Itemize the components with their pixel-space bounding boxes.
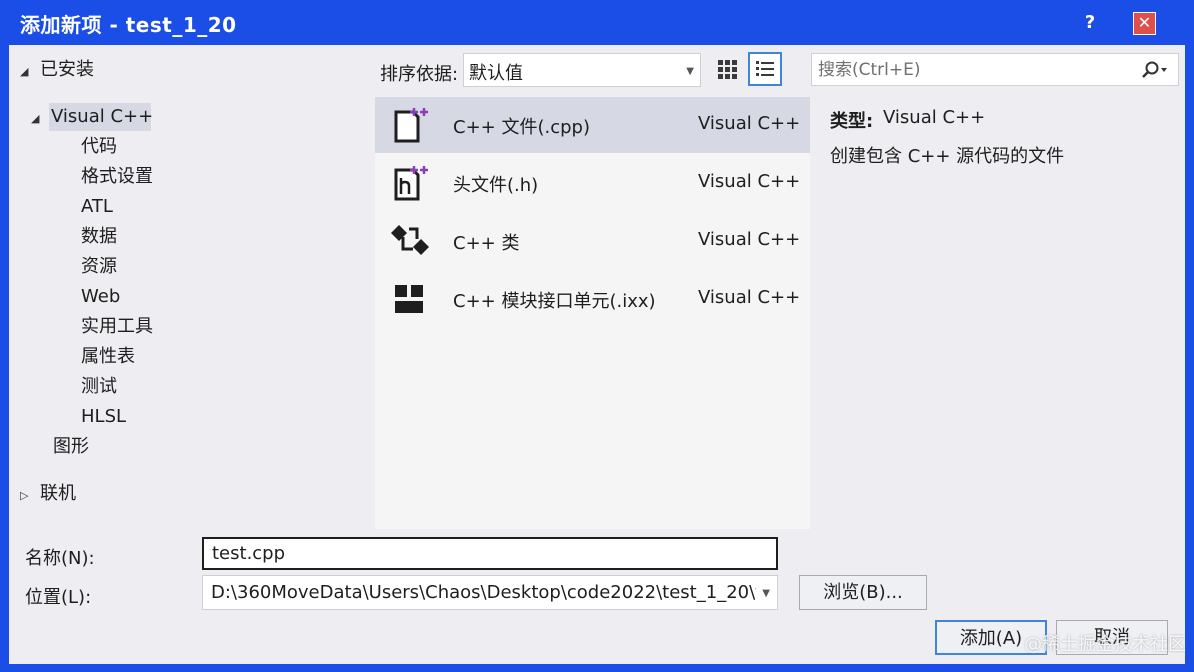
list-item[interactable]: C++ 类 Visual C++ [375,213,810,269]
tree-item-web[interactable]: Web [81,284,120,310]
dialog-client-area: ◢ 已安装 ◢ Visual C++ 代码 格式设置 ATL 数据 资源 Web 实… [9,45,1186,664]
sort-dropdown[interactable]: 默认值 ▼ [463,53,701,87]
template-language: Visual C++ [698,229,801,250]
tree-item-label: 联机 [40,483,76,504]
category-tree: ◢ 已安装 ◢ Visual C++ 代码 格式设置 ATL 数据 资源 Web 实… [9,45,372,529]
list-item[interactable]: 头文件(.h) Visual C++ [375,155,810,211]
chevron-down-icon: ▼ [686,66,694,77]
tree-item-code[interactable]: 代码 [81,134,117,160]
chevron-down-icon[interactable]: ▼ [762,588,770,599]
name-label: 名称(N): [25,548,95,569]
tree-item-test[interactable]: 测试 [81,374,117,400]
module-icon [395,285,423,313]
class-icon [391,225,429,255]
template-list: C++ 文件(.cpp) Visual C++ 头文件(.h) Visual C… [375,97,810,529]
collapsed-triangle-icon[interactable]: ▷ [20,483,34,509]
title-bar[interactable]: 添加新项 - test_1_20 ? ✕ [0,0,1194,45]
browse-button[interactable]: 浏览(B)... [799,575,927,610]
list-view-button[interactable] [748,52,782,86]
template-language: Visual C++ [698,171,801,192]
location-combobox[interactable]: D:\360MoveData\Users\Chaos\Desktop\code2… [202,575,778,610]
tree-item-data[interactable]: 数据 [81,224,117,250]
tree-item-hlsl[interactable]: HLSL [81,404,126,430]
tree-item-label: 已安装 [40,59,94,80]
name-field[interactable] [202,537,778,570]
tree-item-property-sheets[interactable]: 属性表 [81,344,135,370]
tree-item-formatting[interactable]: 格式设置 [81,164,153,190]
template-name: C++ 文件(.cpp) [453,117,590,138]
template-name: C++ 模块接口单元(.ixx) [453,291,656,312]
template-name: C++ 类 [453,233,520,254]
template-language: Visual C++ [698,287,801,308]
list-view-icon [756,61,774,76]
close-button[interactable]: ✕ [1133,12,1156,35]
tree-item-resources[interactable]: 资源 [81,254,117,280]
help-button[interactable]: ? [1076,8,1104,38]
tree-item-installed[interactable]: ◢ 已安装 [20,57,94,83]
description-text: 创建包含 C++ 源代码的文件 [830,146,1065,167]
sort-label: 排序依据: [380,64,459,85]
search-button[interactable] [1140,60,1168,80]
tree-item-online[interactable]: ▷ 联机 [20,481,76,507]
tree-item-utility[interactable]: 实用工具 [81,314,153,340]
grid-view-button[interactable] [710,52,744,86]
tree-item-graphics[interactable]: 图形 [53,434,89,460]
template-language: Visual C++ [698,113,801,134]
window-title: 添加新项 - test_1_20 [20,13,237,37]
list-item[interactable]: C++ 文件(.cpp) Visual C++ [375,97,810,153]
location-label: 位置(L): [25,587,92,608]
cpp-file-icon [394,108,428,143]
description-type-label: 类型: [830,111,874,132]
location-value: D:\360MoveData\Users\Chaos\Desktop\code2… [211,582,756,603]
dialog-window: 添加新项 - test_1_20 ? ✕ ◢ 已安装 ◢ Visual C++ 代码… [0,0,1194,672]
watermark: @稀土掘金技术社区 [1024,634,1186,655]
search-icon [1142,61,1167,78]
expanded-triangle-icon[interactable]: ◢ [31,106,45,132]
search-box[interactable] [811,53,1179,86]
expanded-triangle-icon[interactable]: ◢ [20,59,34,85]
tree-item-atl[interactable]: ATL [81,194,113,220]
search-input[interactable] [818,59,1128,81]
description-type-value: Visual C++ [883,107,986,128]
grid-view-icon [718,60,737,79]
header-file-icon [394,166,428,201]
template-name: 头文件(.h) [453,175,539,196]
tree-item-visual-cpp[interactable]: ◢ Visual C++ [31,104,153,130]
tree-item-label: Visual C++ [51,106,154,127]
sort-value: 默认值 [469,63,523,84]
list-item[interactable]: C++ 模块接口单元(.ixx) Visual C++ [375,271,810,327]
